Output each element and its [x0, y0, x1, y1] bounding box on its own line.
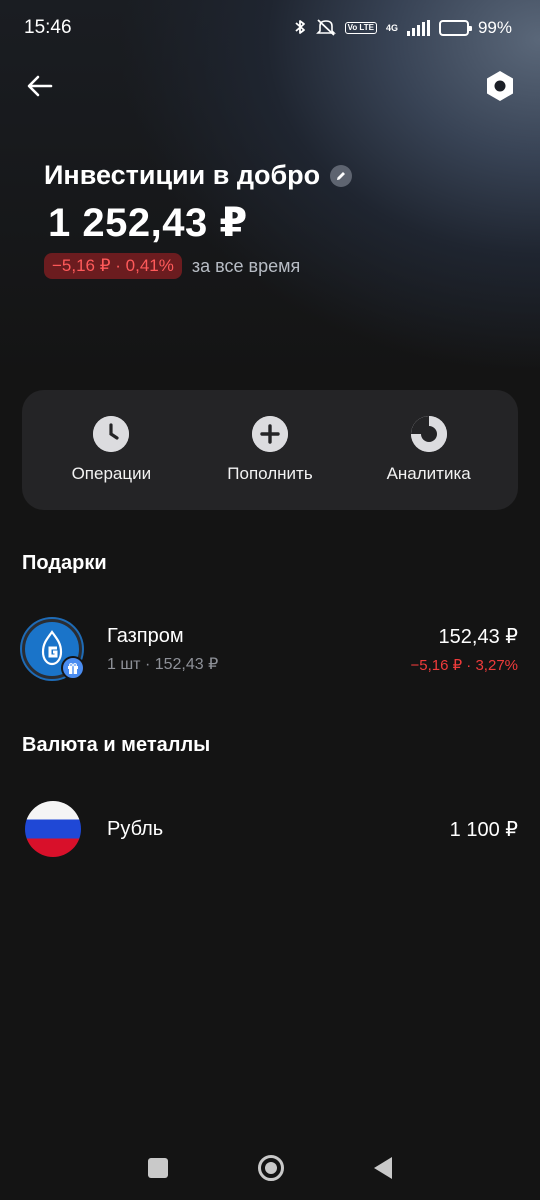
asset-row-gazprom[interactable]: Газпром 1 шт · 152,43 ₽ 152,43 ₽ −5,16 ₽… — [22, 614, 518, 684]
asset-name: Газпром — [107, 624, 184, 647]
change-period: за все время — [191, 255, 301, 276]
gift-icon — [61, 656, 85, 680]
gifts-section-title: Подарки — [22, 552, 107, 574]
asset-value: 1 100 ₽ — [449, 818, 518, 841]
hexagon-settings-icon — [487, 71, 513, 101]
russia-flag-icon — [25, 801, 81, 857]
asset-info: Рубль — [107, 818, 450, 841]
system-nav-bar — [0, 1140, 540, 1196]
portfolio-change-row: −5,16 ₽ · 0,41% за все время — [44, 253, 300, 279]
portfolio-change-badge: −5,16 ₽ · 0,41% — [44, 253, 182, 279]
battery-percent: 99% — [477, 18, 512, 37]
settings-button[interactable] — [482, 68, 518, 104]
portfolio-title[interactable]: Инвестиции в добро — [44, 160, 353, 191]
recents-icon[interactable] — [148, 1158, 168, 1178]
operations-label: Операции — [71, 464, 152, 483]
status-icons: Vo LTE 4G 99% — [293, 18, 512, 39]
operations-button[interactable]: Операции — [36, 416, 186, 484]
asset-row-ruble[interactable]: Рубль 1 100 ₽ — [22, 794, 518, 864]
mute-icon — [315, 18, 336, 39]
bluetooth-icon — [293, 18, 307, 39]
plus-icon — [251, 416, 288, 452]
arrow-left-icon — [27, 75, 53, 97]
top-up-button[interactable]: Пополнить — [195, 416, 345, 484]
portfolio-balance: 1 252,43 ₽ — [48, 201, 248, 245]
pencil-icon[interactable] — [330, 164, 353, 187]
portfolio-name: Инвестиции в добро — [44, 160, 321, 190]
clock-icon — [93, 416, 130, 452]
asset-value: 152,43 ₽ — [438, 626, 518, 648]
asset-info: Газпром 1 шт · 152,43 ₽ — [107, 625, 410, 674]
volte-icon: Vo LTE — [344, 22, 377, 34]
back-button[interactable] — [22, 68, 58, 104]
actions-card: Операции Пополнить Аналитика — [22, 390, 518, 510]
battery-icon — [438, 20, 472, 36]
analytics-button[interactable]: Аналитика — [354, 416, 504, 484]
status-time: 15:46 — [24, 17, 72, 38]
asset-name: Рубль — [107, 817, 164, 840]
back-triangle-icon[interactable] — [374, 1157, 392, 1179]
donut-chart-icon — [410, 416, 447, 452]
asset-values: 1 100 ₽ — [450, 817, 518, 842]
asset-change: −5,16 ₽ · 3,27% — [410, 657, 518, 674]
asset-values: 152,43 ₽ −5,16 ₽ · 3,27% — [410, 624, 518, 674]
analytics-label: Аналитика — [386, 464, 471, 483]
asset-quantity: 1 шт · 152,43 ₽ — [107, 655, 219, 673]
gazprom-logo — [22, 619, 85, 680]
status-bar: 15:46 Vo LTE 4G 99% — [0, 0, 540, 56]
home-icon[interactable] — [258, 1155, 284, 1181]
top-up-label: Пополнить — [227, 464, 313, 483]
currency-section-title: Валюта и металлы — [22, 734, 211, 756]
network-type: 4G — [385, 22, 398, 33]
signal-icon — [406, 20, 430, 36]
